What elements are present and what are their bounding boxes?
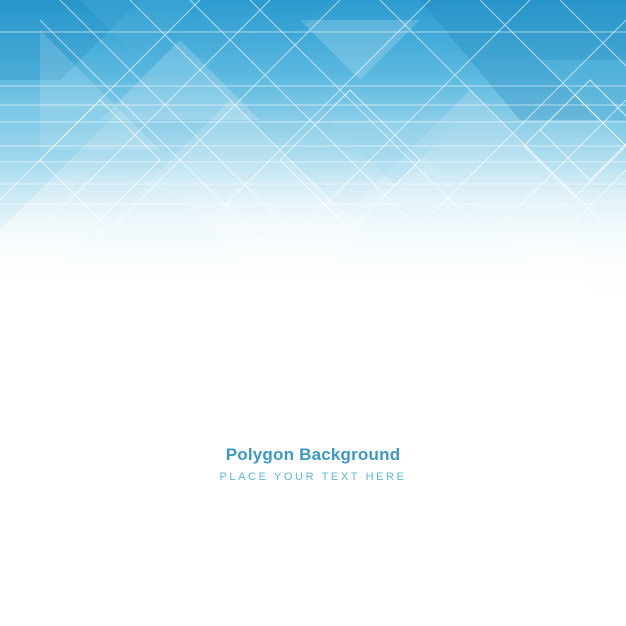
title-text: Polygon Background: [225, 445, 401, 464]
polygon-pattern: [0, 0, 626, 626]
subtitle-text: PLACE YOUR TEXT HERE: [219, 471, 407, 483]
polygon-background-canvas: Polygon Background PLACE YOUR TEXT HERE: [0, 0, 626, 626]
fade-overlay: [0, 0, 626, 626]
text-block: Polygon Background PLACE YOUR TEXT HERE: [0, 444, 626, 484]
